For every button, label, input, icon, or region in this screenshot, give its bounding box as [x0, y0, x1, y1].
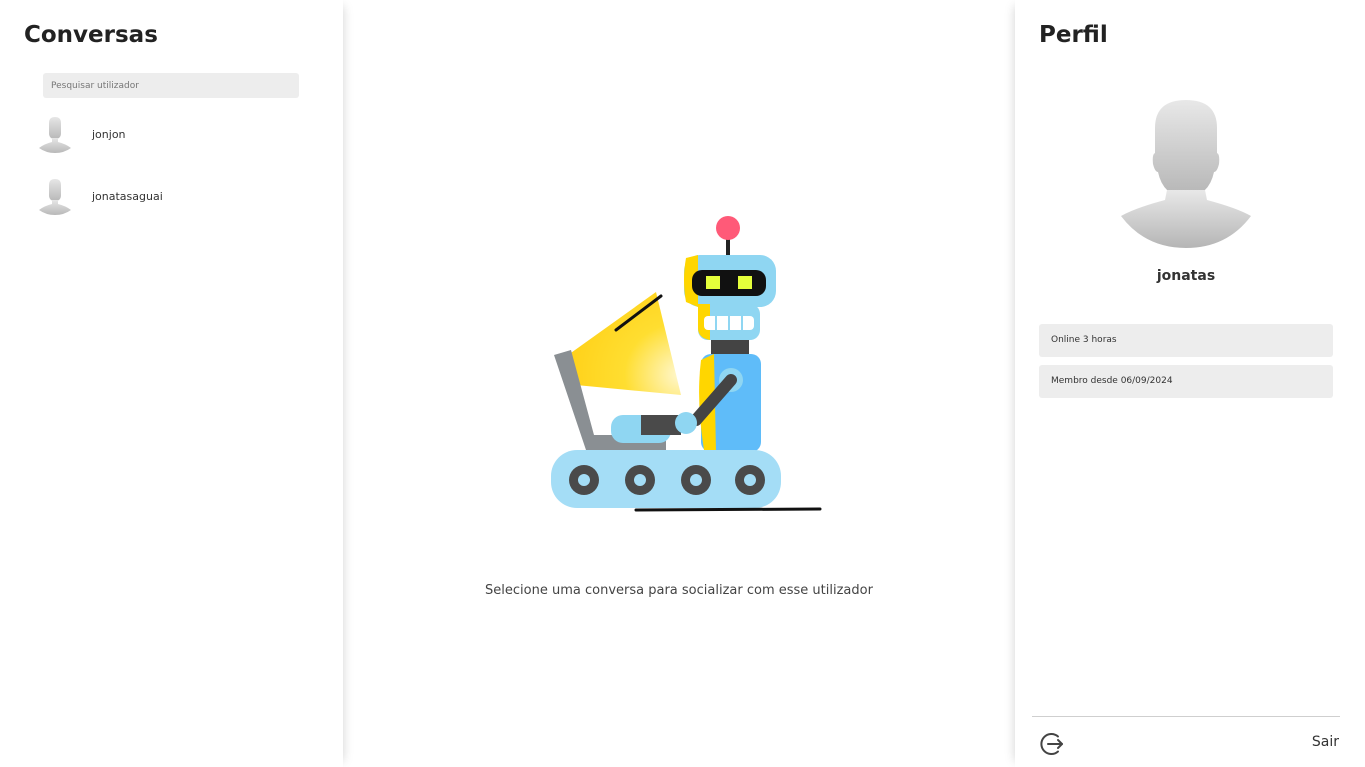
profile-panel: Perfil jonatas Online 3 horas Membro des… [1015, 0, 1365, 767]
chat-area: Selecione uma conversa para socializar c… [343, 0, 1015, 767]
search-input[interactable] [43, 73, 299, 98]
conversation-item-jonatasaguai[interactable]: jonatasaguai [36, 176, 316, 216]
logout-icon[interactable] [1039, 731, 1065, 757]
online-status: Online 3 horas [1039, 324, 1333, 357]
sidebar-title: Conversas [24, 22, 158, 48]
profile-username: jonatas [1156, 268, 1216, 284]
user-avatar-icon [39, 117, 71, 153]
logout-button[interactable]: Sair [1312, 734, 1339, 750]
divider [1032, 716, 1340, 717]
member-since: Membro desde 06/09/2024 [1039, 365, 1333, 398]
conversations-sidebar: Conversas jonjon jonatasaguai [0, 0, 343, 767]
empty-state-message: Selecione uma conversa para socializar c… [485, 583, 873, 598]
conversation-username: jonjon [92, 127, 126, 141]
robot-illustration [551, 216, 822, 512]
profile-title: Perfil [1039, 22, 1108, 48]
conversation-username: jonatasaguai [92, 189, 163, 203]
profile-avatar-icon [1121, 100, 1251, 248]
user-avatar-icon [39, 179, 71, 215]
conversation-item-jonjon[interactable]: jonjon [36, 114, 316, 154]
